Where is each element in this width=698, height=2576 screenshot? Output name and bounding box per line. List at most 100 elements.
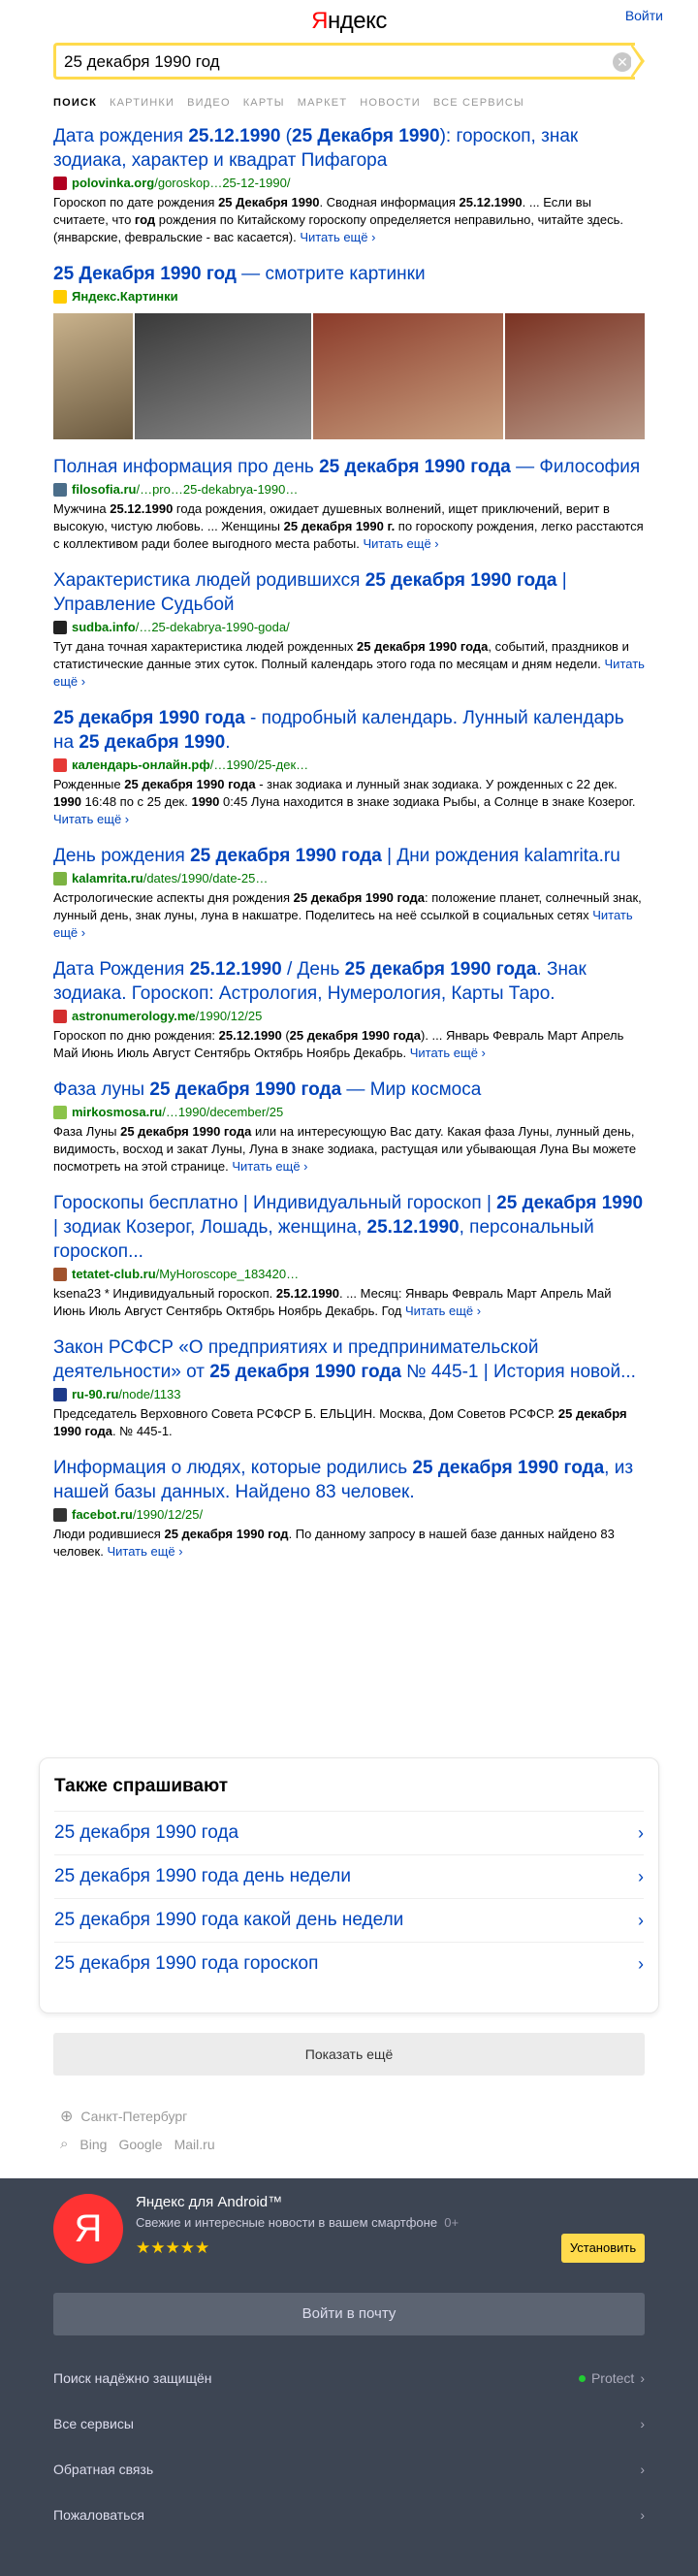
read-more-link[interactable]: Читать ещё ›	[53, 812, 129, 826]
also-ask-item[interactable]: 25 декабря 1990 года какой день недели ›	[54, 1898, 644, 1942]
read-more-link[interactable]: Читать ещё ›	[410, 1046, 486, 1060]
also-ask-item-label: 25 декабря 1990 года день недели	[54, 1866, 351, 1886]
result-host: polovinka.org	[72, 176, 155, 190]
site-favicon-icon	[53, 290, 67, 304]
engine-google[interactable]: Google	[118, 2137, 162, 2152]
result-url[interactable]: календарь-онлайн.рф/…1990/25-дек…	[53, 757, 645, 774]
result-title-link[interactable]: День рождения 25 декабря 1990 года | Дни…	[53, 844, 645, 868]
result-url[interactable]: facebot.ru/1990/12/25/	[53, 1506, 645, 1524]
result-title-link[interactable]: Фаза луны 25 декабря 1990 года — Мир кос…	[53, 1078, 645, 1102]
search-result: Характеристика людей родившихся 25 декаб…	[53, 568, 645, 691]
site-favicon-icon	[53, 1268, 67, 1281]
search-input[interactable]	[64, 51, 607, 73]
result-path: /1990/12/25/	[132, 1507, 204, 1522]
close-icon[interactable]: ✕	[613, 52, 632, 72]
result-url[interactable]: ru-90.ru/node/1133	[53, 1386, 645, 1403]
status-dot	[578, 2374, 586, 2382]
tab-search[interactable]: поиск	[53, 97, 97, 109]
site-favicon-icon	[53, 1106, 67, 1119]
tab-images[interactable]: картинки	[110, 97, 174, 109]
also-ask-item[interactable]: 25 декабря 1990 года ›	[54, 1811, 644, 1854]
engine-mailru[interactable]: Mail.ru	[174, 2137, 215, 2152]
read-more-link[interactable]: Читать ещё ›	[405, 1304, 481, 1318]
region-label: Санкт-Петербург	[80, 2109, 188, 2124]
search-result: Информация о людях, которые родились 25 …	[53, 1456, 645, 1561]
result-url[interactable]: filosofia.ru/…pro…25-dekabrya-1990…	[53, 481, 645, 499]
tab-all-services[interactable]: все сервисы	[433, 97, 524, 109]
image-thumbnail[interactable]	[135, 313, 311, 439]
login-link[interactable]: Войти	[625, 8, 663, 23]
region-selector[interactable]: ⊕ Санкт-Петербург	[60, 2107, 187, 2126]
footer-row-feedback[interactable]: Обратная связь ›	[53, 2460, 645, 2479]
result-title-link[interactable]: Характеристика людей родившихся 25 декаб…	[53, 568, 645, 617]
read-more-link[interactable]: Читать ещё ›	[53, 908, 633, 940]
result-path: /dates/1990/date-25…	[143, 871, 269, 886]
chevron-right-icon: ›	[640, 2507, 645, 2523]
mail-login-button[interactable]: Войти в почту	[53, 2293, 645, 2335]
footer-row-all-services[interactable]: Все сервисы ›	[53, 2414, 645, 2433]
result-url[interactable]: astronumerology.me/1990/12/25	[53, 1008, 645, 1025]
read-more-link[interactable]: Читать ещё ›	[232, 1159, 307, 1174]
app-subtitle: Свежие и интересные новости в вашем смар…	[136, 2215, 459, 2230]
result-url[interactable]: tetatet-club.ru/MyHoroscope_183420…	[53, 1266, 645, 1283]
chevron-right-icon: ›	[640, 2462, 645, 2477]
result-snippet: Люди родившиеся 25 декабря 1990 год. По …	[53, 1527, 615, 1559]
tab-video[interactable]: видео	[187, 97, 231, 109]
result-host: mirkosmosa.ru	[72, 1105, 163, 1119]
result-url[interactable]: mirkosmosa.ru/…1990/december/25	[53, 1104, 645, 1121]
result-snippet: Тут дана точная характеристика людей рож…	[53, 639, 645, 689]
chevron-right-icon: ›	[638, 1953, 644, 1974]
result-path: /MyHoroscope_183420…	[155, 1267, 300, 1281]
tab-maps[interactable]: карты	[243, 97, 285, 109]
site-favicon-icon	[53, 872, 67, 886]
result-host: ru-90.ru	[72, 1387, 119, 1401]
site-favicon-icon	[53, 483, 67, 497]
footer-row-complain[interactable]: Пожаловаться ›	[53, 2505, 645, 2525]
app-title: Яндекс для Android™	[136, 2194, 283, 2210]
also-ask-item-label: 25 декабря 1990 года какой день недели	[54, 1910, 404, 1930]
show-more-button[interactable]: Показать ещё	[53, 2033, 645, 2076]
rating-stars: ★★★★★	[136, 2238, 210, 2257]
result-title-link[interactable]: Полная информация про день 25 декабря 19…	[53, 455, 645, 479]
result-title-link[interactable]: Информация о людях, которые родились 25 …	[53, 1456, 645, 1504]
also-ask-item[interactable]: 25 декабря 1990 года гороскоп ›	[54, 1942, 644, 1985]
engine-bing[interactable]: Bing	[79, 2137, 107, 2152]
footer-row-label: Обратная связь	[53, 2462, 154, 2477]
result-snippet: Председатель Верховного Совета РСФСР Б. …	[53, 1406, 627, 1438]
result-url[interactable]: kalamrita.ru/dates/1990/date-25…	[53, 870, 645, 887]
result-title-link[interactable]: Закон РСФСР «О предприятиях и предприним…	[53, 1336, 645, 1384]
read-more-link[interactable]: Читать ещё ›	[300, 230, 375, 244]
also-ask-item[interactable]: 25 декабря 1990 года день недели ›	[54, 1854, 644, 1898]
result-snippet: Гороскоп по дню рождения: 25.12.1990 (25…	[53, 1028, 624, 1060]
yandex-logo[interactable]: Яндекс	[0, 8, 698, 35]
footer: Я Яндекс для Android™ Свежие и интересны…	[0, 2178, 698, 2576]
search-result: Фаза луны 25 декабря 1990 года — Мир кос…	[53, 1078, 645, 1175]
image-thumbnail[interactable]	[505, 313, 645, 439]
result-url[interactable]: polovinka.org/goroskop…25-12-1990/	[53, 175, 645, 192]
result-title-link[interactable]: 25 декабря 1990 года - подробный календа…	[53, 706, 645, 755]
tab-market[interactable]: маркет	[298, 97, 348, 109]
image-thumbnail[interactable]	[313, 313, 503, 439]
read-more-link[interactable]: Читать ещё ›	[107, 1544, 182, 1559]
result-title-link[interactable]: 25 Декабря 1990 год — смотрите картинки	[53, 262, 645, 286]
result-snippet: Астрологические аспекты дня рождения 25 …	[53, 890, 642, 940]
result-url[interactable]: sudba.info/…25-dekabrya-1990-goda/	[53, 619, 645, 636]
read-more-link[interactable]: Читать ещё ›	[364, 536, 439, 551]
also-ask-block: Также спрашивают 25 декабря 1990 года › 2…	[39, 1757, 659, 2013]
tab-news[interactable]: новости	[360, 97, 421, 109]
search-result: Гороскопы бесплатно | Индивидуальный гор…	[53, 1191, 645, 1320]
result-title-link[interactable]: Дата рождения 25.12.1990 (25 Декабря 199…	[53, 124, 645, 173]
result-host: filosofia.ru	[72, 482, 137, 497]
install-button[interactable]: Установить	[561, 2234, 645, 2263]
footer-row-protect[interactable]: Поиск надёжно защищён Protect ›	[53, 2368, 645, 2388]
result-title-link[interactable]: Гороскопы бесплатно | Индивидуальный гор…	[53, 1191, 645, 1264]
header: Яндекс Войти	[0, 0, 698, 43]
result-url[interactable]: Яндекс.Картинки	[53, 288, 645, 306]
read-more-link[interactable]: Читать ещё ›	[53, 657, 645, 689]
result-title-link[interactable]: Дата Рождения 25.12.1990 / День 25 декаб…	[53, 957, 645, 1006]
protect-label: Protect	[590, 2370, 635, 2386]
footer-row-right: Protect ›	[578, 2370, 645, 2386]
image-thumbnail[interactable]	[53, 313, 133, 439]
chevron-right-icon: ›	[638, 1910, 644, 1930]
result-path: /…1990/december/25	[162, 1105, 284, 1119]
